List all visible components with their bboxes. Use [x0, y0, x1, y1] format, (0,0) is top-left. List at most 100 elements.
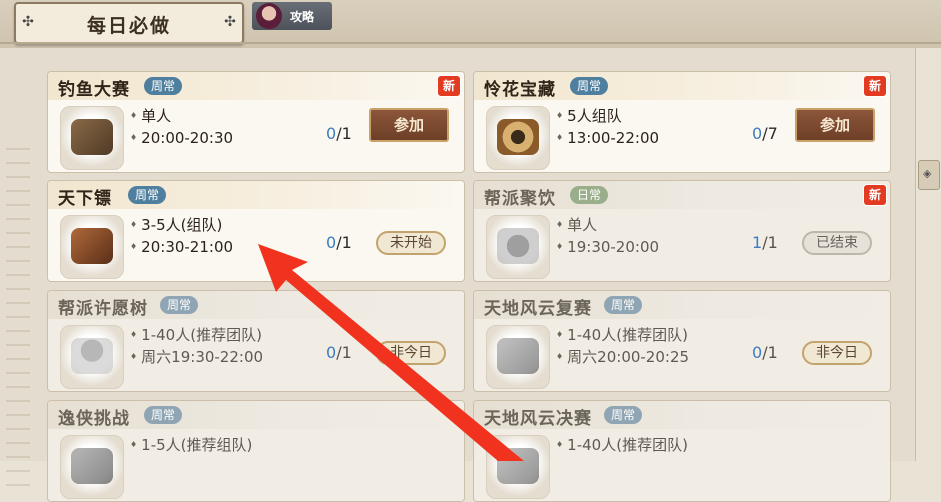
time-text: 20:30-21:00 [130, 236, 233, 258]
activity-info: 单人 19:30-20:00 [556, 214, 659, 258]
header-divider [0, 42, 941, 44]
frequency-tag: 日常 [570, 186, 609, 204]
activity-thumbnail [486, 106, 550, 170]
activity-card-tournament-final: 天地风云决赛 周常 1-40人(推荐团队) [473, 400, 891, 502]
ornament-knob-icon: ◈ [923, 167, 932, 180]
side-handle[interactable]: ◈ [918, 160, 940, 190]
activity-name: 帮派许愿树 [58, 299, 148, 319]
time-text: 13:00-22:00 [556, 127, 659, 149]
players-text: 1-40人(推荐团队) [130, 324, 263, 346]
activity-info: 1-40人(推荐团队) 周六20:00-20:25 [556, 324, 689, 368]
activity-info: 1-5人(推荐组队) [130, 434, 252, 456]
activity-thumbnail [60, 215, 124, 279]
progress-total: /7 [762, 124, 778, 143]
activity-name: 天下镖 [58, 189, 112, 209]
progress-current: 1 [752, 233, 763, 252]
activity-thumbnail [60, 106, 124, 170]
players-text: 3-5人(组队) [130, 214, 233, 236]
new-badge: 新 [437, 75, 461, 97]
guide-tab[interactable]: 攻略 [252, 2, 332, 30]
activity-thumbnail [486, 435, 550, 499]
activity-info: 1-40人(推荐团队) [556, 434, 688, 456]
frequency-tag: 周常 [160, 296, 199, 314]
time-text: 周六20:00-20:25 [556, 346, 689, 368]
activity-info: 3-5人(组队) 20:30-21:00 [130, 214, 233, 258]
players-text: 5人组队 [556, 105, 659, 127]
progress-total: /1 [336, 233, 352, 252]
frequency-tag: 周常 [604, 406, 643, 424]
new-badge: 新 [863, 75, 887, 97]
progress-current: 0 [752, 343, 763, 362]
activity-info: 单人 20:00-20:30 [130, 105, 233, 149]
top-bar: ✣ 每日必做 ✣ 攻略 [0, 0, 941, 48]
activity-card-wish-tree: 帮派许愿树 周常 1-40人(推荐团队) 周六19:30-22:00 0/1 非… [47, 290, 465, 392]
not-today-button[interactable]: 非今日 [802, 341, 872, 365]
activity-card-fishing: 钓鱼大赛 周常 新 单人 20:00-20:30 0/1 参加 [47, 71, 465, 173]
activity-name: 天地风云决赛 [484, 409, 592, 429]
activity-name: 帮派聚饮 [484, 189, 556, 209]
guide-label: 攻略 [290, 10, 315, 24]
activity-card-hero-challenge: 逸侠挑战 周常 1-5人(推荐组队) [47, 400, 465, 502]
activity-thumbnail [60, 435, 124, 499]
not-started-button[interactable]: 未开始 [376, 231, 446, 255]
activity-name: 逸侠挑战 [58, 409, 130, 429]
progress-count: 0/1 [752, 343, 778, 362]
activity-name: 怜花宝藏 [484, 80, 556, 100]
progress-current: 0 [326, 343, 337, 362]
activity-card-guild-drink: 帮派聚饮 日常 新 单人 19:30-20:00 1/1 已结束 [473, 180, 891, 282]
frequency-tag: 周常 [144, 77, 183, 95]
activity-name: 天地风云复赛 [484, 299, 592, 319]
warrior-statue-icon [71, 448, 113, 484]
players-text: 单人 [556, 214, 659, 236]
progress-count: 1/1 [752, 233, 778, 252]
new-badge: 新 [863, 184, 887, 206]
activity-info: 5人组队 13:00-22:00 [556, 105, 659, 149]
fish-basket-icon [71, 119, 113, 155]
join-button[interactable]: 参加 [369, 108, 449, 142]
progress-current: 0 [326, 124, 337, 143]
wish-tree-icon [71, 338, 113, 374]
progress-current: 0 [326, 233, 337, 252]
activity-card-tournament-semifinal: 天地风云复赛 周常 1-40人(推荐团队) 周六20:00-20:25 0/1 … [473, 290, 891, 392]
progress-total: /1 [336, 343, 352, 362]
frequency-tag: 周常 [604, 296, 643, 314]
time-text: 周六19:30-22:00 [130, 346, 263, 368]
time-text: 19:30-20:00 [556, 236, 659, 258]
progress-count: 0/1 [326, 343, 352, 362]
progress-current: 0 [752, 124, 763, 143]
ended-button[interactable]: 已结束 [802, 231, 872, 255]
players-text: 1-40人(推荐团队) [556, 324, 689, 346]
treasure-chest-icon [71, 228, 113, 264]
progress-total: /1 [762, 233, 778, 252]
activity-name: 钓鱼大赛 [58, 80, 130, 100]
activity-thumbnail [486, 215, 550, 279]
progress-count: 0/1 [326, 233, 352, 252]
players-text: 1-40人(推荐团队) [556, 434, 688, 456]
guide-avatar [256, 3, 282, 29]
join-button[interactable]: 参加 [795, 108, 875, 142]
knot-ornament-icon: ✣ [224, 14, 236, 30]
progress-total: /1 [762, 343, 778, 362]
arena-icon [497, 448, 539, 484]
activity-info: 1-40人(推荐团队) 周六19:30-22:00 [130, 324, 263, 368]
frequency-tag: 周常 [128, 186, 167, 204]
progress-count: 0/1 [326, 124, 352, 143]
activity-thumbnail [486, 325, 550, 389]
progress-count: 0/7 [752, 124, 778, 143]
not-today-button[interactable]: 非今日 [376, 341, 446, 365]
arena-icon [497, 338, 539, 374]
title-plate: ✣ 每日必做 ✣ [14, 2, 244, 44]
calligraphy-decoration [6, 148, 30, 498]
time-text: 20:00-20:30 [130, 127, 233, 149]
activity-thumbnail [60, 325, 124, 389]
compass-icon [497, 119, 539, 155]
players-text: 1-5人(推荐组队) [130, 434, 252, 456]
activity-card-escort: 天下镖 周常 3-5人(组队) 20:30-21:00 0/1 未开始 [47, 180, 465, 282]
frequency-tag: 周常 [570, 77, 609, 95]
progress-total: /1 [336, 124, 352, 143]
page-title: 每日必做 [86, 15, 171, 37]
activity-card-treasure: 怜花宝藏 周常 新 5人组队 13:00-22:00 0/7 参加 [473, 71, 891, 173]
wine-bowl-icon [497, 228, 539, 264]
frequency-tag: 周常 [144, 406, 183, 424]
players-text: 单人 [130, 105, 233, 127]
